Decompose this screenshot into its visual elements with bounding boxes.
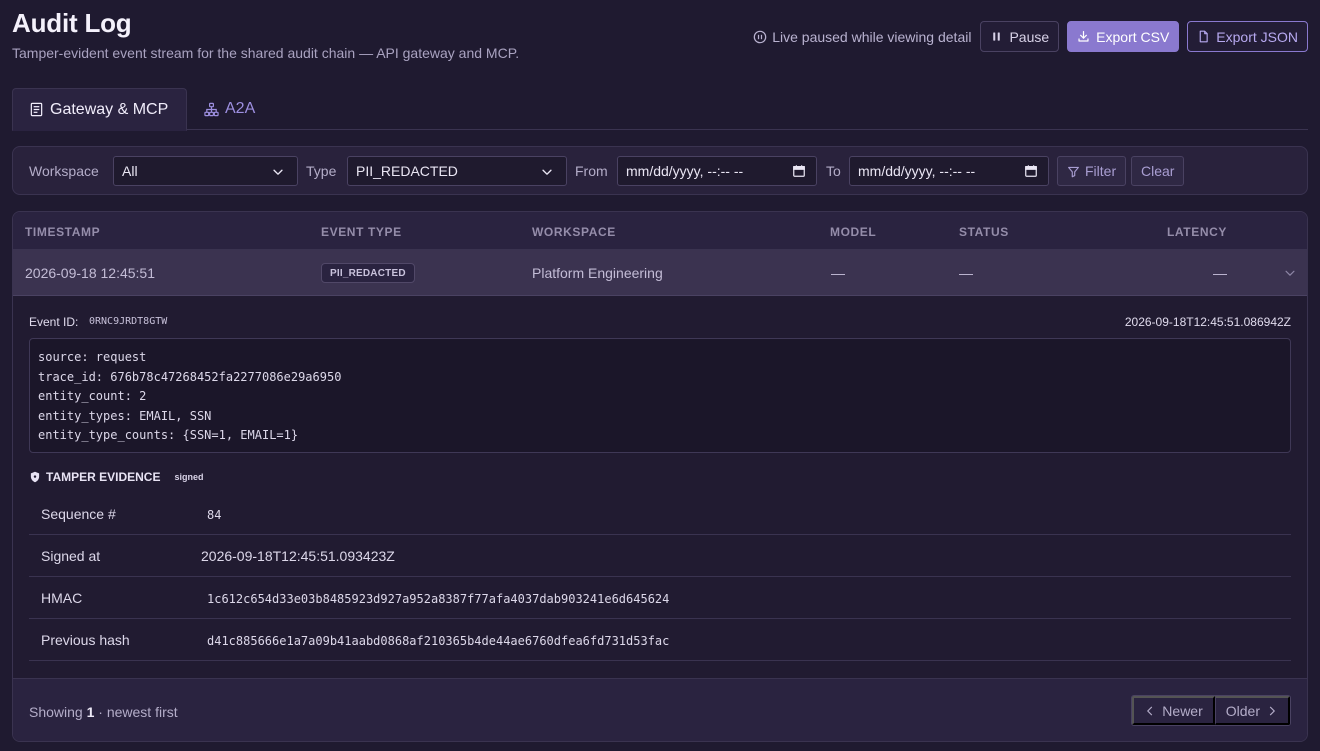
event-timestamp: 2026-09-18T12:45:51.086942Z bbox=[1124, 315, 1291, 329]
to-date-placeholder: mm/dd/yyyy, --:-- -- bbox=[858, 163, 976, 179]
chevron-down-icon bbox=[273, 169, 283, 175]
tab-gateway-mcp[interactable]: Gateway & MCP bbox=[12, 88, 187, 131]
download-icon bbox=[1078, 31, 1089, 42]
network-icon bbox=[204, 102, 219, 116]
workspace-filter-label: Workspace bbox=[29, 163, 99, 179]
tamper-field-key: Previous hash bbox=[41, 632, 130, 648]
type-select-value: PII_REDACTED bbox=[356, 163, 458, 179]
to-filter-label: To bbox=[826, 163, 841, 179]
filter-button-label: Filter bbox=[1085, 163, 1117, 179]
row-status: — bbox=[959, 265, 973, 281]
payload-line: entity_types: EMAIL, SSN bbox=[38, 408, 212, 423]
row-workspace: Platform Engineering bbox=[532, 265, 663, 281]
showing-suffix: · newest first bbox=[98, 704, 178, 720]
showing-count: 1 bbox=[86, 704, 95, 720]
row-latency: — bbox=[1213, 265, 1227, 281]
tab-a2a-label: A2A bbox=[225, 100, 256, 117]
payload-line: trace_id: 676b78c47268452fa2277086e29a69… bbox=[38, 369, 342, 384]
pause-button-label: Pause bbox=[1009, 28, 1050, 45]
pause-button[interactable]: Pause bbox=[980, 21, 1060, 52]
tamper-field-value: 84 bbox=[207, 508, 222, 522]
clear-button-label: Clear bbox=[1141, 163, 1175, 179]
header-actions: Live paused while viewing detail Pause E… bbox=[753, 21, 1308, 52]
workspace-select-value: All bbox=[122, 163, 138, 179]
tab-bar: Gateway & MCP A2A bbox=[12, 88, 1308, 131]
type-filter-label: Type bbox=[306, 163, 337, 179]
tamper-field-value: d41c885666e1a7a09b41aabd0868af210365b4de… bbox=[207, 634, 670, 648]
chevron-down-icon bbox=[542, 169, 552, 175]
event-payload: source: request trace_id: 676b78c4726845… bbox=[29, 338, 1291, 453]
page-subtitle: Tamper-evident event stream for the shar… bbox=[12, 45, 520, 61]
tab-gateway-mcp-label: Gateway & MCP bbox=[50, 100, 169, 118]
from-date-placeholder: mm/dd/yyyy, --:-- -- bbox=[626, 163, 744, 179]
payload-line: source: request bbox=[38, 350, 147, 364]
column-header-model: MODEL bbox=[830, 225, 877, 239]
column-header-status: STATUS bbox=[959, 225, 1009, 239]
live-status: Live paused while viewing detail bbox=[753, 29, 971, 45]
calendar-icon[interactable] bbox=[1024, 164, 1038, 178]
older-button-label: Older bbox=[1225, 702, 1260, 719]
clear-button[interactable]: Clear bbox=[1131, 156, 1185, 186]
tamper-field-hmac: HMAC 1c612c654d33e03b8485923d927a952a838… bbox=[29, 577, 1291, 619]
chevron-right-icon bbox=[1269, 706, 1275, 715]
from-date-input[interactable]: mm/dd/yyyy, --:-- -- bbox=[617, 156, 817, 186]
to-date-input[interactable]: mm/dd/yyyy, --:-- -- bbox=[849, 156, 1049, 186]
from-filter-label: From bbox=[575, 163, 608, 179]
event-id-value: 0RNC9JRDT8GTW bbox=[89, 316, 168, 327]
newer-button[interactable]: Newer bbox=[1132, 696, 1215, 725]
event-id-label: Event ID: bbox=[29, 315, 79, 329]
export-csv-label: Export CSV bbox=[1096, 28, 1170, 45]
filter-bar: Workspace All Type PII_REDACTED From mm/… bbox=[12, 146, 1308, 195]
tamper-field-signed-at: Signed at 2026-09-18T12:45:51.093423Z bbox=[29, 535, 1291, 577]
payload-line: entity_type_counts: {SSN=1, EMAIL=1} bbox=[38, 428, 299, 442]
tamper-evidence-heading: TAMPER EVIDENCE signed bbox=[29, 470, 203, 484]
filter-button[interactable]: Filter bbox=[1057, 156, 1127, 186]
type-select[interactable]: PII_REDACTED bbox=[347, 156, 567, 186]
chevron-left-icon bbox=[1147, 706, 1153, 715]
table-row[interactable]: 2026-09-18 12:45:51 PII_REDACTED Platfor… bbox=[13, 250, 1307, 296]
tamper-field-value: 2026-09-18T12:45:51.093423Z bbox=[201, 548, 395, 564]
newer-button-label: Newer bbox=[1162, 702, 1203, 719]
tamper-field-key: Sequence # bbox=[41, 506, 116, 522]
export-json-label: Export JSON bbox=[1216, 28, 1298, 45]
calendar-icon[interactable] bbox=[792, 164, 806, 178]
audit-table: TIMESTAMP EVENT TYPE WORKSPACE MODEL STA… bbox=[12, 211, 1308, 742]
table-header: TIMESTAMP EVENT TYPE WORKSPACE MODEL STA… bbox=[13, 212, 1307, 250]
showing-prefix: Showing bbox=[29, 704, 83, 720]
tamper-field-value: 1c612c654d33e03b8485923d927a952a8387f77a… bbox=[207, 592, 670, 606]
column-header-timestamp: TIMESTAMP bbox=[25, 225, 101, 239]
list-icon bbox=[30, 102, 43, 117]
export-csv-button[interactable]: Export CSV bbox=[1067, 21, 1180, 52]
tamper-field-key: HMAC bbox=[41, 590, 83, 606]
live-status-text: Live paused while viewing detail bbox=[772, 28, 972, 45]
audit-log-page: Audit Log Tamper-evident event stream fo… bbox=[0, 0, 1320, 751]
tamper-evidence-title: TAMPER EVIDENCE bbox=[46, 470, 161, 484]
page-title: Audit Log bbox=[12, 8, 132, 38]
pause-icon bbox=[993, 32, 1001, 41]
showing-summary: Showing 1 · newest first bbox=[29, 704, 178, 720]
tamper-field-key: Signed at bbox=[41, 548, 101, 564]
chevron-down-icon[interactable] bbox=[1283, 266, 1297, 280]
filter-icon bbox=[1068, 166, 1079, 177]
export-json-button[interactable]: Export JSON bbox=[1187, 21, 1308, 52]
shield-icon bbox=[30, 471, 40, 483]
row-model: — bbox=[831, 265, 845, 281]
pagination: Newer Older bbox=[1131, 695, 1291, 726]
older-button[interactable]: Older bbox=[1214, 696, 1290, 725]
pause-circle-icon bbox=[753, 30, 767, 43]
column-header-event-type: EVENT TYPE bbox=[321, 225, 402, 239]
tamper-field-sequence: Sequence # 84 bbox=[29, 493, 1291, 535]
tab-a2a[interactable]: A2A bbox=[188, 88, 271, 130]
workspace-select[interactable]: All bbox=[113, 156, 298, 186]
table-footer: Showing 1 · newest first Newer Older bbox=[13, 678, 1307, 741]
event-type-badge: PII_REDACTED bbox=[321, 263, 415, 283]
payload-line: entity_count: 2 bbox=[38, 389, 147, 403]
file-icon bbox=[1199, 30, 1209, 43]
event-detail-panel: Event ID: 0RNC9JRDT8GTW 2026-09-18T12:45… bbox=[13, 296, 1307, 678]
column-header-workspace: WORKSPACE bbox=[532, 225, 616, 239]
column-header-latency: LATENCY bbox=[1167, 225, 1227, 239]
row-timestamp: 2026-09-18 12:45:51 bbox=[25, 265, 155, 281]
signed-badge: signed bbox=[174, 472, 204, 482]
tamper-field-previous-hash: Previous hash d41c885666e1a7a09b41aabd08… bbox=[29, 619, 1291, 661]
